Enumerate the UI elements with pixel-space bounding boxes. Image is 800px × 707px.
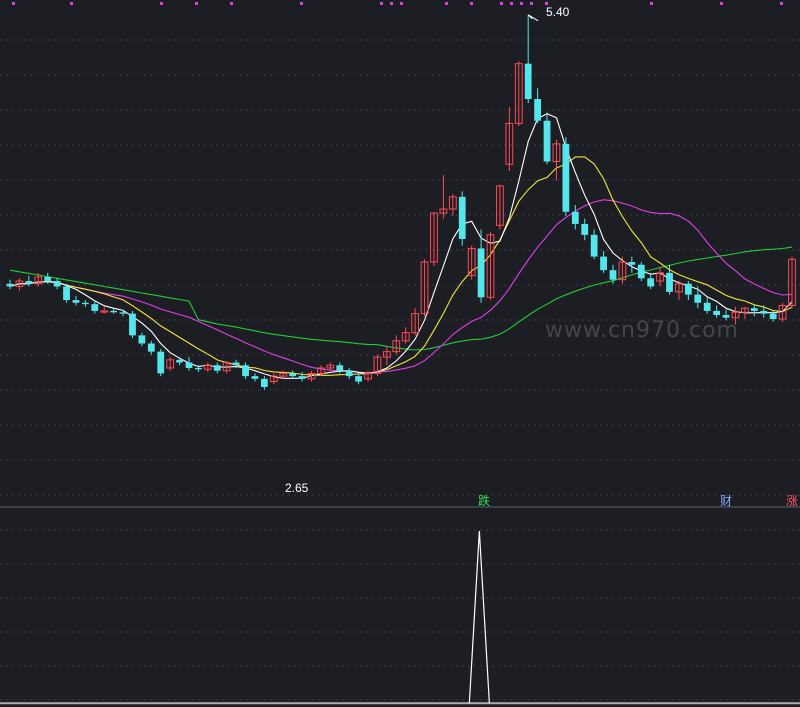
marker-dot <box>400 2 403 5</box>
candle-body-down <box>713 310 721 315</box>
candle-body-down <box>345 370 353 377</box>
marker-dot <box>470 2 473 5</box>
candle-body-down <box>63 286 70 301</box>
candle-body-down <box>458 196 466 239</box>
candle-body-down <box>666 272 673 292</box>
watermark: www.cn970.com <box>545 318 739 343</box>
candle-body-down <box>157 351 165 374</box>
marker-dot <box>160 2 163 5</box>
candle-body-down <box>581 223 589 235</box>
candle-body-down <box>110 310 118 313</box>
candle-body-down <box>289 373 297 377</box>
candle-body-down <box>81 302 89 305</box>
candle-body-down <box>25 281 33 284</box>
candle-body-down <box>609 270 617 280</box>
marker-dot <box>445 2 448 5</box>
candle-body-down <box>694 294 702 303</box>
candle-body-down <box>524 63 532 100</box>
high-pointer <box>527 14 539 22</box>
marker-dot <box>195 2 198 5</box>
candle-body-down <box>684 283 692 295</box>
high-price-label: 5.40 <box>546 5 570 19</box>
candle-body-down <box>600 256 607 271</box>
marker-dot <box>390 2 393 5</box>
marker-dot <box>12 2 15 5</box>
event-tag-fall[interactable]: 跌 <box>478 494 490 508</box>
candle-body-down <box>477 248 485 298</box>
candle-body-down <box>53 281 61 287</box>
candle-body-down <box>176 359 183 363</box>
marker-dot <box>500 2 503 5</box>
event-tag-rise[interactable]: 涨 <box>786 494 798 508</box>
candle-body-down <box>72 300 80 303</box>
candle-body-down <box>129 313 136 336</box>
candle-body-down <box>138 335 146 344</box>
event-tag-finance[interactable]: 财 <box>720 494 732 508</box>
marker-dot <box>510 2 513 5</box>
candle-body-down <box>44 276 52 282</box>
marker-dot <box>230 2 233 5</box>
candle-body-down <box>6 283 14 287</box>
low-price-label: 2.65 <box>285 481 309 495</box>
candle-body-down <box>336 365 344 371</box>
candle-body-down <box>562 143 570 212</box>
candle-body-down <box>185 362 193 368</box>
marker-dot <box>650 2 653 5</box>
chart-canvas <box>0 2 800 705</box>
candle-body-down <box>147 343 155 352</box>
marker-dot <box>530 2 533 5</box>
candle-body-down <box>91 304 99 311</box>
marker-dot <box>520 2 523 5</box>
ma20-line <box>9 199 793 374</box>
marker-dot <box>380 2 383 5</box>
marker-dot <box>300 2 303 5</box>
candle-body-down <box>298 376 306 379</box>
candle-body-down <box>750 308 758 311</box>
candle-body-down <box>703 302 711 311</box>
marker-dot <box>720 2 723 5</box>
candle-body-down <box>119 312 127 314</box>
marker-dot <box>70 2 73 5</box>
candle-body-down <box>195 367 202 370</box>
candle-body-down <box>571 211 579 224</box>
candle-body-down <box>760 310 768 314</box>
candle-body-down <box>769 313 777 320</box>
candle-body-down <box>213 365 221 371</box>
candle-body-down <box>534 99 542 121</box>
candle-body-down <box>232 362 240 366</box>
candle-body-down <box>543 120 551 162</box>
candle-body-down <box>647 278 655 287</box>
candle-body-down <box>628 262 636 265</box>
signal-spike <box>468 530 490 704</box>
marker-dot <box>780 2 783 5</box>
candle-body-down <box>242 365 249 377</box>
candle-body-down <box>637 264 645 279</box>
candle-body-down <box>355 376 362 382</box>
candle-body-down <box>590 234 598 257</box>
candle-body-down <box>251 376 259 379</box>
candle-body-down <box>260 378 268 387</box>
